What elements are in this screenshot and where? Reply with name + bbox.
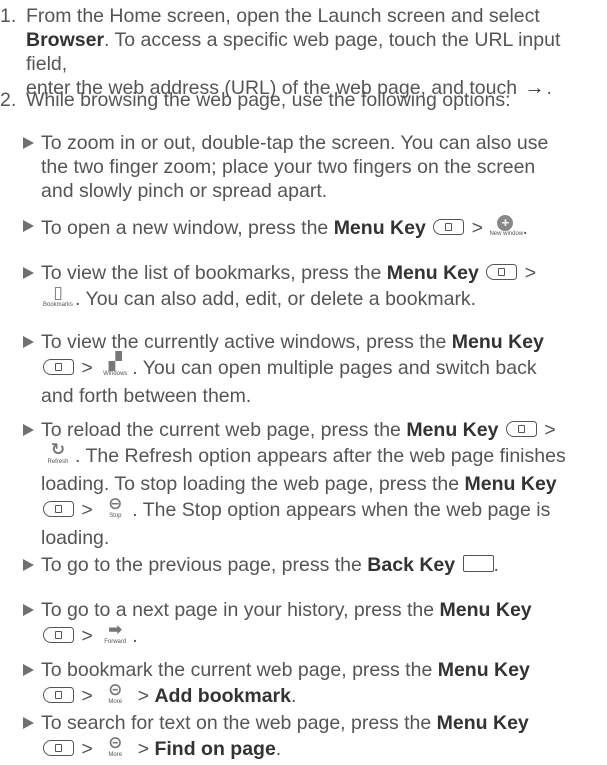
step-2-text: While browsing the web page, use the fol… — [26, 89, 511, 111]
menu-key-label: Menu Key — [333, 217, 426, 240]
stop-icon: ⊖ Stop — [108, 494, 123, 519]
bullet-new-window: To open a new window, press the Menu Key… — [23, 214, 603, 244]
bullet-zoom: To zoom in or out, double-tap the screen… — [23, 131, 603, 203]
menu-key-label: Menu Key — [386, 262, 479, 284]
step-1: 1. From the Home screen, open the Launch… — [0, 4, 600, 100]
bullet-arrow-icon — [23, 717, 34, 729]
menu-key-label: Menu Key — [406, 419, 499, 441]
bullet-add-bookmark: To bookmark the current web page, press … — [23, 658, 603, 712]
browser-label: Browser — [26, 29, 105, 51]
bullet-arrow-icon — [23, 267, 34, 279]
menu-key-label: Menu Key — [451, 331, 544, 353]
windows-icon: ▞ Windows — [103, 352, 128, 377]
menu-key-icon — [486, 263, 518, 280]
bullet-arrow-icon — [23, 664, 34, 676]
bullet-back: To go to the previous page, press the Ba… — [23, 553, 603, 577]
add-bookmark-label: Add bookmark — [154, 685, 291, 708]
step-number: 1. — [0, 5, 17, 27]
back-key-icon — [462, 555, 494, 573]
bullet-windows: To view the currently active windows, pr… — [23, 330, 603, 408]
menu-key-label: Menu Key — [464, 473, 557, 495]
bullet-find: To search for text on the web page, pres… — [23, 711, 603, 765]
menu-key-icon — [43, 501, 74, 517]
bullet-arrow-icon — [23, 137, 34, 149]
bullet-reload: To reload the current web page, press th… — [23, 418, 603, 550]
step-number: 2. — [0, 89, 17, 111]
step-1-text: From the Home screen, open the Launch sc… — [26, 5, 561, 99]
back-key-label: Back Key — [367, 554, 456, 576]
menu-key-icon — [43, 359, 74, 375]
menu-key-icon — [43, 627, 74, 643]
bullet-arrow-icon — [23, 559, 34, 571]
bullet-forward: To go to a next page in your history, pr… — [23, 598, 603, 652]
menu-key-icon — [505, 420, 537, 437]
manual-page: 1. From the Home screen, open the Launch… — [0, 0, 607, 760]
bullet-arrow-icon — [23, 220, 34, 232]
menu-key-icon — [43, 687, 74, 703]
more-icon: ⊝ More — [108, 680, 123, 705]
bookmarks-icon: ▯ Bookmarks — [42, 283, 73, 308]
refresh-icon: ↻ Refresh — [47, 440, 69, 465]
menu-key-icon — [433, 219, 465, 235]
more-icon: ⊝ More — [108, 733, 123, 758]
bullet-bookmarks: To view the list of bookmarks, press the… — [23, 261, 603, 315]
find-on-page-label: Find on page — [154, 738, 276, 761]
bullet-arrow-icon — [23, 604, 34, 616]
bullet-arrow-icon — [23, 336, 34, 348]
new-window-icon: + New window — [489, 215, 524, 237]
menu-key-label: Menu Key — [436, 712, 529, 734]
step-2: 2. While browsing the web page, use the … — [0, 88, 600, 112]
bullet-arrow-icon — [23, 424, 34, 436]
menu-key-label: Menu Key — [439, 599, 532, 621]
menu-key-label: Menu Key — [437, 659, 530, 681]
forward-icon: ➡ Forward — [104, 620, 127, 645]
